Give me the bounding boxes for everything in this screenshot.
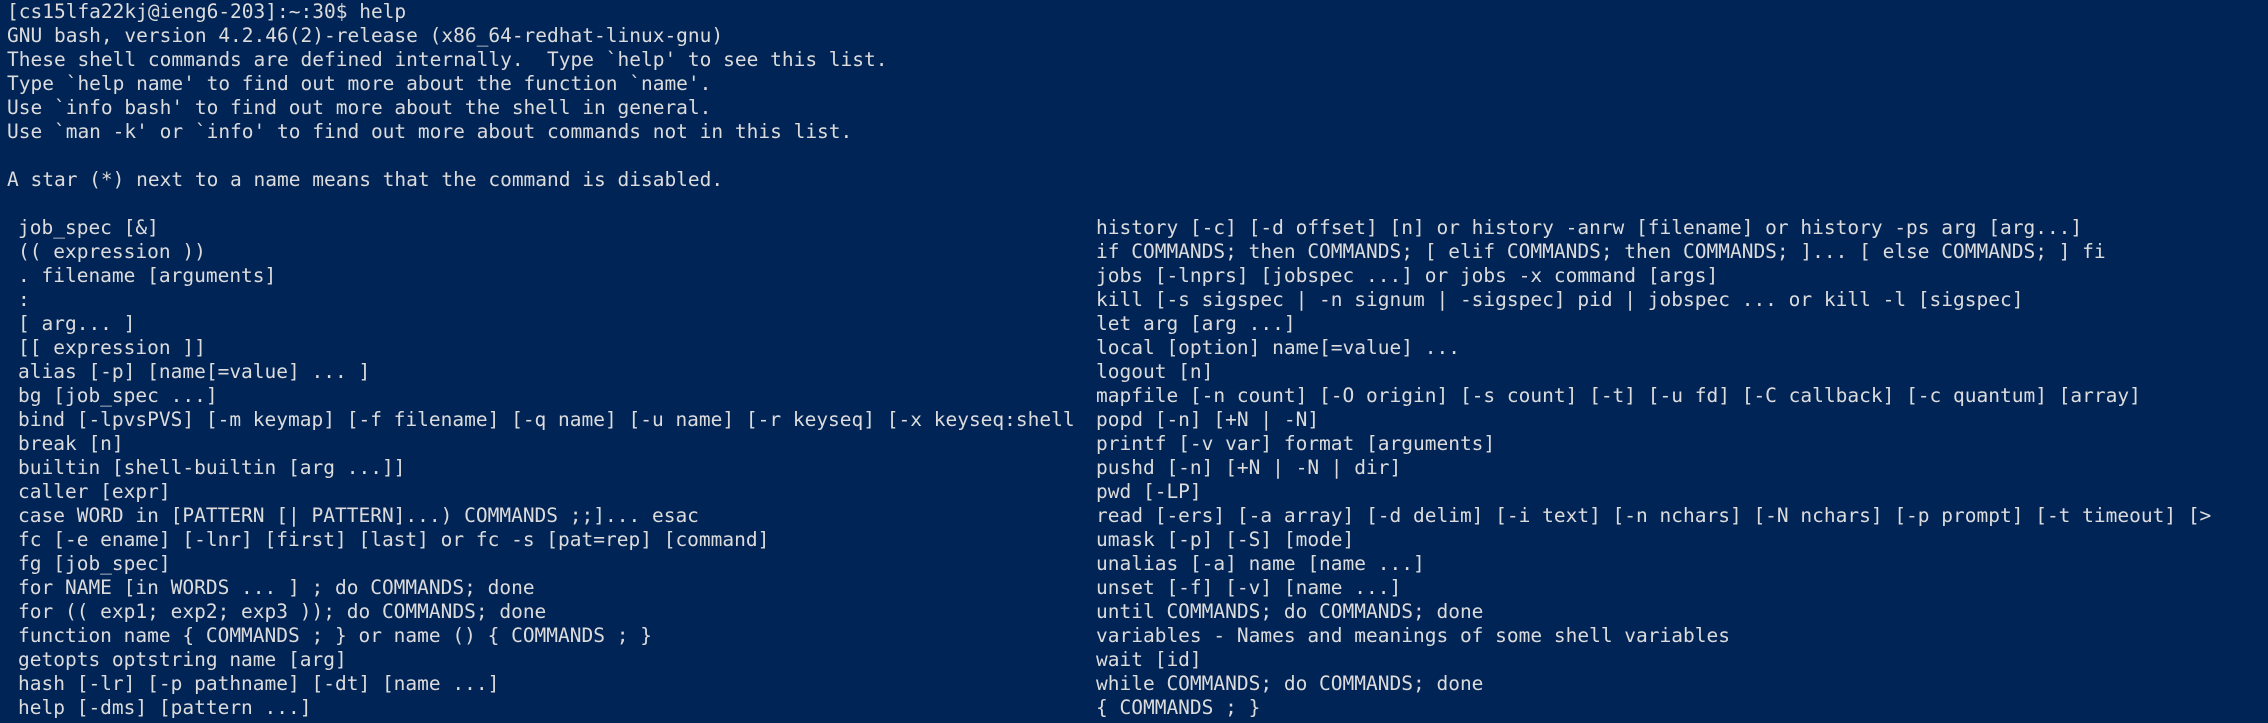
command-entry: help [-dms] [pattern ...] [18,696,312,719]
command-entry: caller [expr] [18,480,171,503]
disabled-note-line: A star (*) next to a name means that the… [7,168,724,191]
command-entry: history [-c] [-d offset] [n] or history … [1096,216,2083,239]
command-entry: while COMMANDS; do COMMANDS; done [1096,672,1484,695]
command-prompt: [cs15lfa22kj@ieng6-203]:~:30$ help [7,0,407,23]
help-name-line: Type `help name' to find out more about … [7,72,712,95]
bash-version-line: GNU bash, version 4.2.46(2)-release (x86… [7,24,724,47]
command-entry: hash [-lr] [-p pathname] [-dt] [name ...… [18,672,500,695]
command-entry: jobs [-lnprs] [jobspec ...] or jobs -x c… [1096,264,1719,287]
command-entry: [[ expression ]] [18,336,206,359]
command-entry: { COMMANDS ; } [1096,696,1261,719]
command-entry: bg [job_spec ...] [18,384,218,407]
command-entry: kill [-s sigspec | -n signum | -sigspec]… [1096,288,2024,311]
command-entry: for (( exp1; exp2; exp3 )); do COMMANDS;… [18,600,547,623]
command-entry: . filename [arguments] [18,264,277,287]
command-entry: mapfile [-n count] [-O origin] [-s count… [1096,384,2141,407]
help-intro-line: These shell commands are defined interna… [7,48,888,71]
command-entry: pushd [-n] [+N | -N | dir] [1096,456,1402,479]
command-entry: job_spec [&] [18,216,159,239]
command-entry: umask [-p] [-S] [mode] [1096,528,1355,551]
command-entry: wait [id] [1096,648,1202,671]
command-entry: popd [-n] [+N | -N] [1096,408,1320,431]
terminal-header: [cs15lfa22kj@ieng6-203]:~:30$ help GNU b… [7,0,888,192]
command-entry: function name { COMMANDS ; } or name () … [18,624,652,647]
command-entry: alias [-p] [name[=value] ... ] [18,360,371,383]
command-entry: unalias [-a] name [name ...] [1096,552,1425,575]
command-column-right: history [-c] [-d offset] [n] or history … [1096,216,2266,720]
command-entry: case WORD in [PATTERN [| PATTERN]...) CO… [18,504,699,527]
command-entry: break [n] [18,432,124,455]
command-entry: bind [-lpvsPVS] [-m keymap] [-f filename… [18,408,1078,431]
command-column-left: job_spec [&] (( expression )) . filename… [18,216,1078,720]
man-info-line: Use `man -k' or `info' to find out more … [7,120,853,143]
command-entry: for NAME [in WORDS ... ] ; do COMMANDS; … [18,576,535,599]
command-entry: [ arg... ] [18,312,136,335]
command-entry: printf [-v var] format [arguments] [1096,432,1496,455]
command-entry: fg [job_spec] [18,552,171,575]
command-entry: unset [-f] [-v] [name ...] [1096,576,1402,599]
command-entry: getopts optstring name [arg] [18,648,347,671]
terminal-window[interactable]: [cs15lfa22kj@ieng6-203]:~:30$ help GNU b… [0,0,2268,723]
command-entry: until COMMANDS; do COMMANDS; done [1096,600,1484,623]
command-entry: read [-ers] [-a array] [-d delim] [-i te… [1096,504,2212,527]
command-entry: variables - Names and meanings of some s… [1096,624,1730,647]
info-bash-line: Use `info bash' to find out more about t… [7,96,712,119]
command-entry: let arg [arg ...] [1096,312,1296,335]
command-entry: if COMMANDS; then COMMANDS; [ elif COMMA… [1096,240,2106,263]
command-entry: pwd [-LP] [1096,480,1202,503]
command-entry: logout [n] [1096,360,1214,383]
command-entry: local [option] name[=value] ... [1096,336,1460,359]
command-entry: builtin [shell-builtin [arg ...]] [18,456,406,479]
command-entry: fc [-e ename] [-lnr] [first] [last] or f… [18,528,770,551]
command-entry: (( expression )) [18,240,206,263]
command-entry: : [18,288,30,311]
